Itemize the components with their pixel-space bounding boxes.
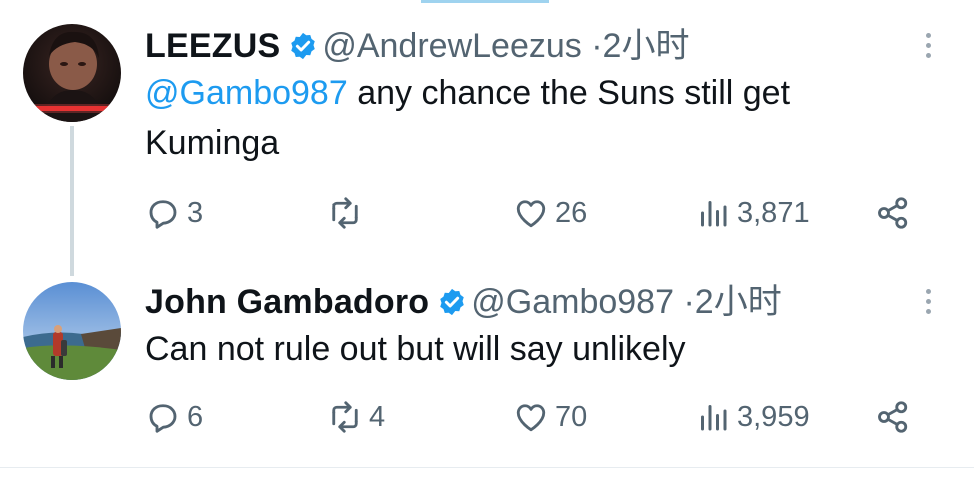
timestamp[interactable]: 2小时: [603, 27, 690, 65]
separator-dot: ·: [683, 283, 695, 321]
view-count: 3,871: [737, 196, 810, 229]
tweet-actions: 3 26 3,871: [145, 188, 925, 238]
views-icon: [701, 405, 727, 431]
reply-button[interactable]: 3: [145, 188, 203, 238]
retweet-button[interactable]: [327, 188, 369, 238]
retweet-button[interactable]: 4: [327, 392, 385, 442]
views-button[interactable]: 3,871: [695, 188, 810, 238]
share-icon: [878, 401, 908, 433]
share-button[interactable]: [875, 188, 911, 238]
more-icon[interactable]: [918, 284, 938, 324]
display-name[interactable]: LEEZUS: [145, 27, 280, 65]
share-icon: [878, 197, 908, 229]
tweet-text: @Gambo987 any chance the Suns still get …: [145, 68, 925, 168]
view-count: 3,959: [737, 400, 810, 433]
share-button[interactable]: [875, 392, 911, 442]
thread-connector-line: [70, 126, 74, 276]
tweet-text: Can not rule out but will say unlikely: [145, 324, 925, 374]
like-count: 26: [555, 196, 588, 229]
like-button[interactable]: 70: [513, 392, 587, 442]
tweet-header: LEEZUS @AndrewLeezus ·2小时: [145, 26, 689, 66]
tweet-2[interactable]: John Gambadoro @Gambo987 ·2小时 Can not rul…: [0, 270, 974, 466]
views-icon: [701, 201, 727, 227]
reply-count: 3: [187, 196, 204, 229]
retweet-icon: [332, 401, 358, 433]
like-count: 70: [555, 400, 588, 433]
mention-link[interactable]: @Gambo987: [145, 74, 348, 112]
retweet-icon: [332, 197, 358, 229]
tweet-actions: 6 4 70 3,959: [145, 392, 925, 442]
retweet-count: 4: [369, 400, 386, 433]
reply-count: 6: [187, 400, 204, 433]
tweet-body: Can not rule out but will say unlikely: [145, 330, 686, 368]
verified-badge-icon: [437, 286, 467, 316]
more-icon[interactable]: [918, 28, 938, 68]
heart-icon: [516, 200, 546, 228]
reply-icon: [149, 200, 177, 229]
views-button[interactable]: 3,959: [695, 392, 810, 442]
user-handle[interactable]: @Gambo987: [471, 283, 674, 321]
verified-badge-icon: [288, 30, 318, 60]
timestamp[interactable]: 2小时: [695, 283, 782, 321]
user-handle[interactable]: @AndrewLeezus: [322, 27, 581, 65]
heart-icon: [516, 404, 546, 432]
reply-icon: [149, 404, 177, 433]
avatar[interactable]: [23, 24, 121, 122]
avatar[interactable]: [23, 282, 121, 380]
display-name[interactable]: John Gambadoro: [145, 283, 429, 321]
reply-button[interactable]: 6: [145, 392, 203, 442]
like-button[interactable]: 26: [513, 188, 587, 238]
separator-dot: ·: [591, 27, 603, 65]
divider: [0, 467, 974, 468]
tweet-header: John Gambadoro @Gambo987 ·2小时: [145, 282, 782, 322]
tweet-1[interactable]: LEEZUS @AndrewLeezus ·2小时 @Gambo987 any c…: [0, 0, 974, 270]
